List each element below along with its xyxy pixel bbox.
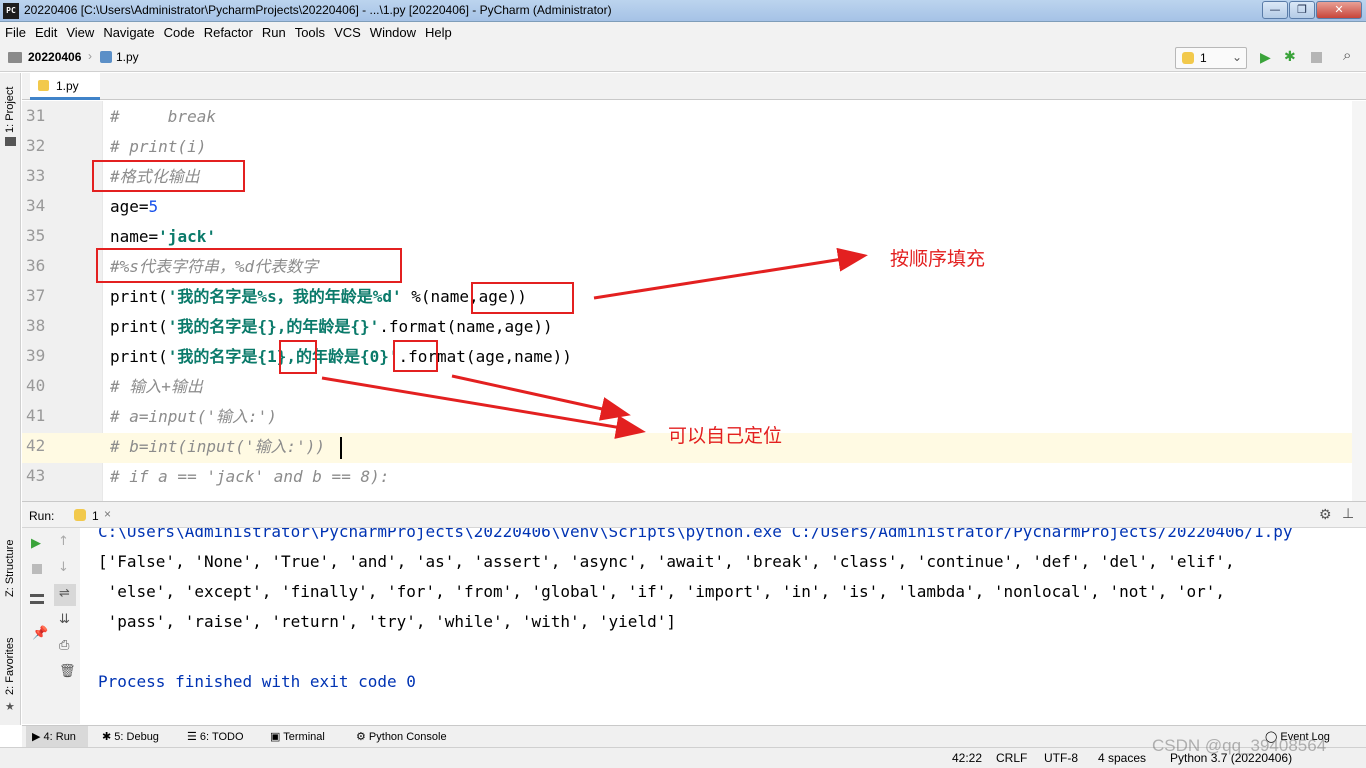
arrow-to-fill-order bbox=[593, 247, 868, 300]
arrow-to-position-note-1 bbox=[321, 376, 646, 439]
annotation-arrows bbox=[321, 247, 868, 439]
annotation-fill-in-order: 按顺序填充 bbox=[890, 248, 986, 270]
annotation-position-yourself: 可以自己定位 bbox=[668, 425, 783, 447]
arrow-to-position-note-2 bbox=[451, 374, 631, 421]
